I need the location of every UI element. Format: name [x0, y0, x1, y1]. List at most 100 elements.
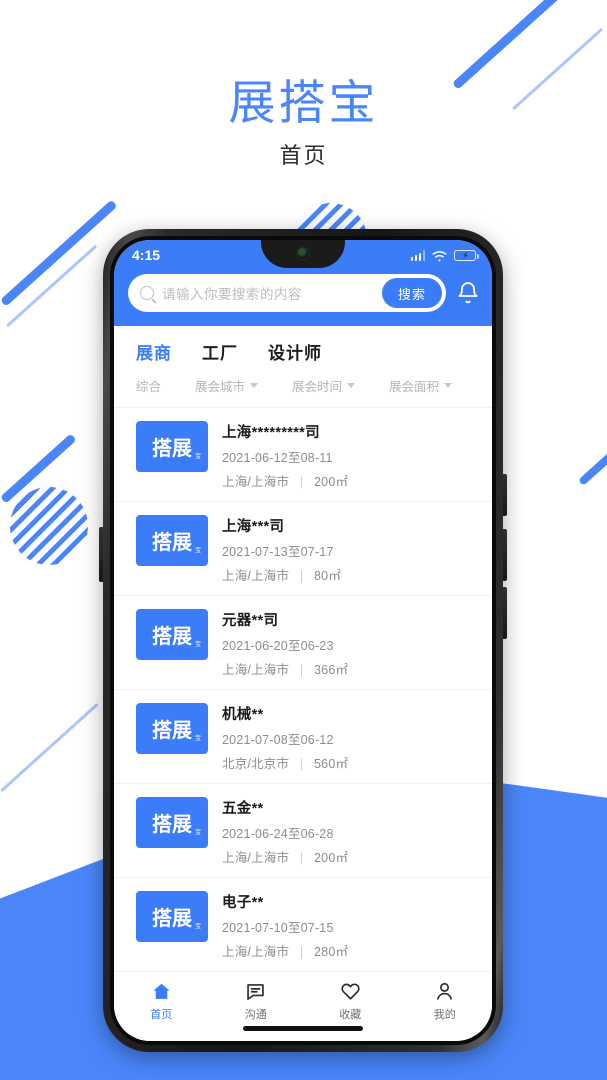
- logo-text: 搭展: [152, 720, 192, 742]
- tab-designer[interactable]: 设计师: [268, 339, 322, 364]
- item-meta: 上海/上海市 | 80㎡: [222, 565, 476, 584]
- item-area: 200㎡: [314, 475, 349, 489]
- front-camera-icon: [296, 247, 310, 260]
- item-meta: 上海/上海市 | 200㎡: [222, 471, 476, 490]
- filter-bar: 综合 展会城市 展会时间 展会面积: [114, 374, 492, 408]
- search-row: 请输入你要搜索的内容 搜索: [114, 270, 492, 312]
- meta-separator: |: [299, 851, 304, 865]
- heart-icon: [340, 981, 361, 1002]
- meta-separator: |: [299, 475, 304, 489]
- phone-mockup: 4:15 ⚡ 请输入你要搜索的内容 搜索 展商 工厂 设计师 综合 展会城市 展…: [103, 229, 503, 1052]
- list-item-body: 元器**司 2021-06-20至06-23 上海/上海市 | 366㎡: [222, 609, 476, 678]
- list-item[interactable]: 搭展 宝 上海***司 2021-07-13至07-17 上海/上海市 | 80…: [114, 502, 492, 596]
- logo-mark: 宝: [194, 924, 201, 930]
- wifi-icon: [432, 249, 447, 261]
- tab-exhibitor[interactable]: 展商: [136, 339, 172, 364]
- item-meta: 北京/北京市 | 560㎡: [222, 753, 476, 772]
- item-title: 上海***司: [222, 519, 285, 535]
- phone-bezel: 4:15 ⚡ 请输入你要搜索的内容 搜索 展商 工厂 设计师 综合 展会城市 展…: [110, 236, 496, 1045]
- meta-separator: |: [299, 663, 304, 677]
- item-location: 上海/上海市: [222, 569, 290, 583]
- list-item-body: 上海***司 2021-07-13至07-17 上海/上海市 | 80㎡: [222, 515, 476, 584]
- tab-factory[interactable]: 工厂: [202, 339, 238, 364]
- item-meta: 上海/上海市 | 200㎡: [222, 847, 476, 866]
- list-item[interactable]: 搭展 宝 机械** 2021-07-08至06-12 北京/北京市 | 560㎡: [114, 690, 492, 784]
- search-icon: [140, 286, 154, 300]
- chevron-down-icon: [444, 383, 453, 388]
- logo-text: 搭展: [152, 626, 192, 648]
- item-date: 2021-07-13至07-17: [222, 545, 334, 559]
- nav-item-chat[interactable]: 沟通: [209, 981, 304, 1022]
- item-title: 五金**: [222, 801, 264, 817]
- search-bar[interactable]: 请输入你要搜索的内容 搜索: [128, 274, 446, 312]
- app-title: 展搭宝: [228, 76, 379, 129]
- company-logo: 搭展 宝: [136, 797, 208, 848]
- filter-label: 展会时间: [292, 380, 343, 394]
- item-title: 上海*********司: [222, 425, 320, 441]
- item-meta: 上海/上海市 | 366㎡: [222, 659, 476, 678]
- logo-text: 搭展: [152, 814, 192, 836]
- item-location: 上海/上海市: [222, 475, 290, 489]
- list-item[interactable]: 搭展 宝 五金** 2021-06-24至06-28 上海/上海市 | 200㎡: [114, 784, 492, 878]
- item-location: 上海/上海市: [222, 663, 290, 677]
- item-area: 560㎡: [314, 757, 349, 771]
- home-icon: [151, 981, 172, 1002]
- home-indicator[interactable]: [243, 1026, 363, 1031]
- filter-date[interactable]: 展会时间: [292, 376, 356, 395]
- signal-bars-icon: [410, 249, 425, 261]
- chat-icon: [245, 981, 266, 1002]
- nav-label: 沟通: [244, 1009, 267, 1021]
- item-location: 上海/上海市: [222, 851, 290, 865]
- app-header: 4:15 ⚡ 请输入你要搜索的内容 搜索: [114, 240, 492, 326]
- item-area: 80㎡: [314, 569, 342, 583]
- item-area: 280㎡: [314, 945, 349, 959]
- list-item-body: 五金** 2021-06-24至06-28 上海/上海市 | 200㎡: [222, 797, 476, 866]
- nav-item-home[interactable]: 首页: [114, 981, 209, 1022]
- chevron-down-icon: [347, 383, 356, 388]
- item-location: 上海/上海市: [222, 945, 290, 959]
- phone-notch: [261, 240, 345, 268]
- logo-mark: 宝: [194, 454, 201, 460]
- bell-icon[interactable]: [456, 281, 480, 305]
- company-logo: 搭展 宝: [136, 891, 208, 942]
- meta-separator: |: [299, 945, 304, 959]
- diagonal-line-left-thick: [0, 199, 118, 307]
- nav-item-favorites[interactable]: 收藏: [303, 981, 398, 1022]
- chevron-down-icon: [250, 383, 259, 388]
- filter-label: 综合: [136, 380, 162, 394]
- item-location: 北京/北京市: [222, 757, 290, 771]
- status-icon-group: ⚡: [410, 249, 479, 262]
- nav-item-profile[interactable]: 我的: [398, 981, 493, 1022]
- filter-label: 展会面积: [389, 380, 440, 394]
- company-logo: 搭展 宝: [136, 515, 208, 566]
- list-item[interactable]: 搭展 宝 电子** 2021-07-10至07-15 上海/上海市 | 280㎡: [114, 878, 492, 972]
- logo-mark: 宝: [194, 736, 201, 742]
- item-date: 2021-06-20至06-23: [222, 639, 334, 653]
- status-time: 4:15: [132, 247, 161, 263]
- meta-separator: |: [299, 757, 304, 771]
- list-item[interactable]: 搭展 宝 上海*********司 2021-06-12至08-11 上海/上海…: [114, 408, 492, 502]
- logo-mark: 宝: [194, 642, 201, 648]
- filter-area[interactable]: 展会面积: [389, 376, 453, 395]
- logo-text: 搭展: [152, 532, 192, 554]
- filter-comprehensive[interactable]: 综合: [136, 376, 161, 395]
- search-input[interactable]: 请输入你要搜索的内容: [162, 283, 382, 303]
- striped-circle-left: [10, 487, 88, 565]
- item-date: 2021-07-08至06-12: [222, 733, 334, 747]
- item-title: 元器**司: [222, 613, 279, 629]
- phone-screen: 4:15 ⚡ 请输入你要搜索的内容 搜索 展商 工厂 设计师 综合 展会城市 展…: [114, 240, 492, 1041]
- meta-separator: |: [299, 569, 304, 583]
- item-area: 366㎡: [314, 663, 349, 677]
- item-date: 2021-07-10至07-15: [222, 921, 334, 935]
- filter-label: 展会城市: [195, 380, 246, 394]
- list-item[interactable]: 搭展 宝 元器**司 2021-06-20至06-23 上海/上海市 | 366…: [114, 596, 492, 690]
- nav-label: 首页: [150, 1009, 173, 1021]
- search-button[interactable]: 搜索: [381, 278, 442, 308]
- poster-canvas: 展搭宝 首页 4:15 ⚡ 请输入你要搜索的内容 搜索 展商 工厂 设计师 综合…: [0, 0, 607, 1080]
- filter-city[interactable]: 展会城市: [195, 376, 259, 395]
- item-date: 2021-06-12至08-11: [222, 451, 333, 465]
- company-logo: 搭展 宝: [136, 703, 208, 754]
- diagonal-line-right-mid-thick: [578, 445, 607, 486]
- company-logo: 搭展 宝: [136, 421, 208, 472]
- logo-mark: 宝: [194, 830, 201, 836]
